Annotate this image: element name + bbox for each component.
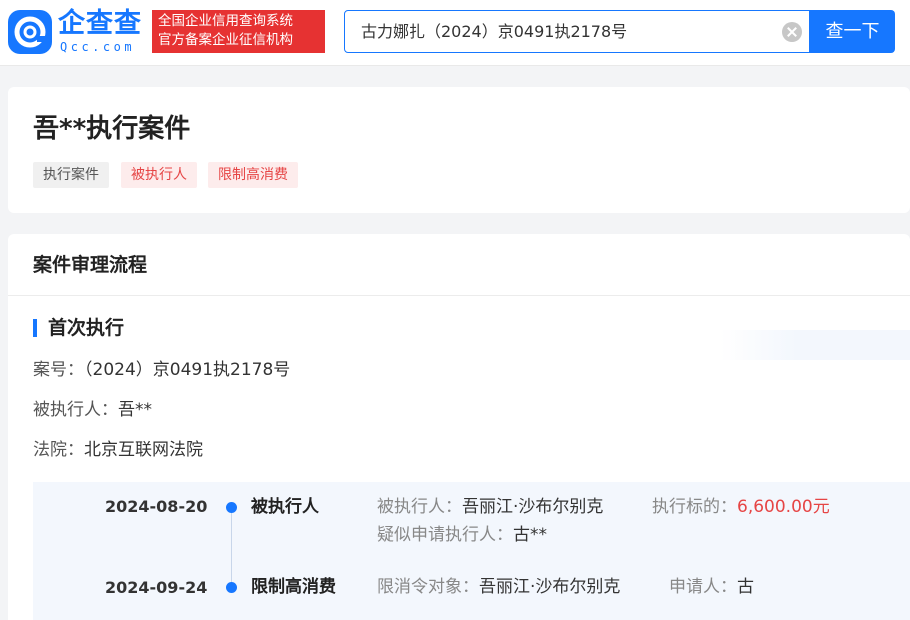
timeline-field: 被执行人：吾丽江·沙布尔别克: [377, 496, 603, 518]
divider: [8, 295, 910, 296]
slogan-line-1: 全国企业信用查询系统: [158, 13, 293, 29]
clear-icon[interactable]: [782, 22, 802, 42]
executed-person-value[interactable]: 吾**: [118, 400, 152, 420]
timeline: 2024-08-20 被执行人 被执行人：吾丽江·沙布尔别克 执行标的：6,60…: [33, 482, 910, 620]
case-header-card: 吾**执行案件 执行案件 被执行人 限制高消费: [8, 87, 910, 213]
court-value[interactable]: 北京互联网法院: [84, 440, 203, 460]
execution-amount: 6,600.00元: [737, 497, 830, 517]
field-value[interactable]: 吾丽江·沙布尔别克: [479, 577, 620, 597]
search-input-value[interactable]: 古力娜扎（2024）京0491执2178号: [361, 22, 627, 42]
tag-consumption-restriction: 限制高消费: [208, 162, 298, 188]
timeline-line: [231, 509, 232, 587]
court-row: 法院：北京互联网法院: [33, 439, 203, 461]
timeline-field: 疑似申请执行人：古**: [377, 524, 547, 546]
search-input[interactable]: 古力娜扎（2024）京0491执2178号: [344, 10, 810, 53]
field-value: 古**: [513, 525, 547, 545]
section-title: 案件审理流程: [33, 254, 148, 276]
court-label: 法院：: [33, 440, 84, 460]
timeline-dot: [226, 582, 237, 593]
timeline-field: 申请人：古: [669, 576, 754, 598]
timeline-date: 2024-08-20: [105, 497, 208, 516]
case-number-value: （2024）京0491执2178号: [84, 360, 291, 380]
fade-overlay: [720, 330, 910, 360]
field-label: 执行标的：: [652, 497, 737, 517]
timeline-field: 限消令对象：吾丽江·沙布尔别克: [377, 576, 620, 598]
slogan-line-2: 官方备案企业征信机构: [158, 32, 293, 48]
tag-execution-case: 执行案件: [33, 162, 109, 188]
field-value: 古: [737, 577, 754, 597]
executed-person-row: 被执行人：吾**: [33, 399, 152, 421]
slogan-badge: 全国企业信用查询系统 官方备案企业征信机构: [152, 10, 325, 53]
timeline-type: 被执行人: [251, 497, 319, 517]
stage-marker: [33, 319, 37, 337]
field-label: 被执行人：: [377, 497, 462, 517]
logo-text[interactable]: 企查查: [58, 8, 142, 40]
top-header: 企查查 Qcc.com 全国企业信用查询系统 官方备案企业征信机构 古力娜扎（2…: [0, 0, 910, 66]
qcc-logo-icon[interactable]: [8, 10, 52, 54]
search-button[interactable]: 查一下: [810, 10, 895, 53]
case-process-card: 案件审理流程 首次执行 案号：（2024）京0491执2178号 被执行人：吾*…: [8, 234, 910, 620]
field-label: 疑似申请执行人：: [377, 525, 513, 545]
field-value[interactable]: 吾丽江·沙布尔别克: [462, 497, 603, 517]
field-label: 申请人：: [669, 577, 737, 597]
timeline-type: 限制高消费: [251, 577, 336, 597]
case-number-row: 案号：（2024）京0491执2178号: [33, 359, 290, 381]
field-label: 限消令对象：: [377, 577, 479, 597]
logo-domain: Qcc.com: [60, 40, 136, 54]
timeline-dot: [226, 502, 237, 513]
executed-person-label: 被执行人：: [33, 400, 118, 420]
case-number-label: 案号：: [33, 360, 84, 380]
timeline-field: 执行标的：6,600.00元: [652, 496, 830, 518]
stage-title: 首次执行: [48, 317, 125, 339]
tag-executed-person: 被执行人: [121, 162, 197, 188]
timeline-date: 2024-09-24: [105, 578, 208, 597]
case-title: 吾**执行案件: [33, 114, 191, 144]
